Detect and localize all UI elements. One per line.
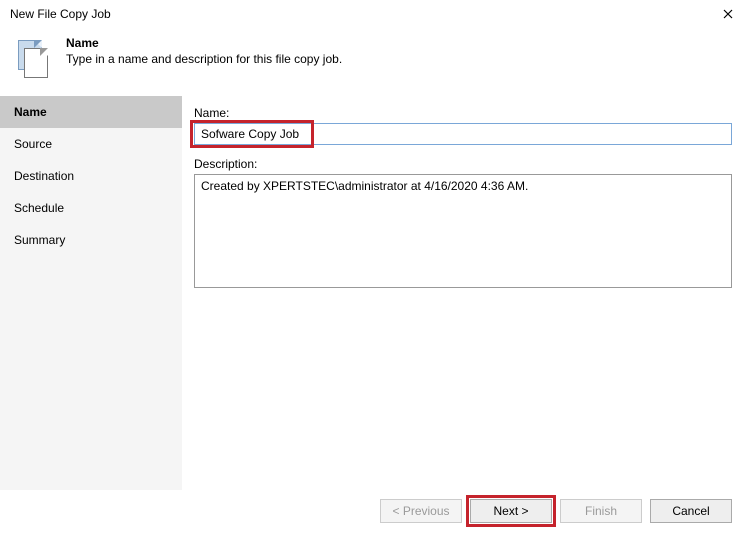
close-button[interactable]	[710, 0, 746, 28]
cancel-button[interactable]: Cancel	[650, 499, 732, 523]
finish-button: Finish	[560, 499, 642, 523]
titlebar: New File Copy Job	[0, 0, 754, 28]
name-label: Name:	[194, 106, 732, 120]
sidebar-item-destination[interactable]: Destination	[0, 160, 182, 192]
sidebar-item-summary[interactable]: Summary	[0, 224, 182, 256]
close-icon	[723, 9, 733, 19]
header-description: Type in a name and description for this …	[66, 52, 342, 66]
dialog-header: Name Type in a name and description for …	[0, 28, 754, 96]
header-text: Name Type in a name and description for …	[66, 36, 342, 66]
next-button[interactable]: Next >	[470, 499, 552, 523]
main-panel: Name: Description:	[182, 96, 754, 490]
dialog-body: Name Source Destination Schedule Summary…	[0, 96, 754, 490]
sidebar-item-name[interactable]: Name	[0, 96, 182, 128]
description-label: Description:	[194, 157, 732, 171]
window-title: New File Copy Job	[10, 7, 111, 21]
file-copy-icon	[14, 38, 52, 82]
sidebar-item-schedule[interactable]: Schedule	[0, 192, 182, 224]
name-input[interactable]	[194, 123, 732, 145]
previous-button: < Previous	[380, 499, 462, 523]
description-input[interactable]	[194, 174, 732, 288]
header-title: Name	[66, 36, 342, 50]
dialog-footer: < Previous Next > Finish Cancel	[0, 487, 754, 535]
sidebar-item-source[interactable]: Source	[0, 128, 182, 160]
wizard-sidebar: Name Source Destination Schedule Summary	[0, 96, 182, 490]
